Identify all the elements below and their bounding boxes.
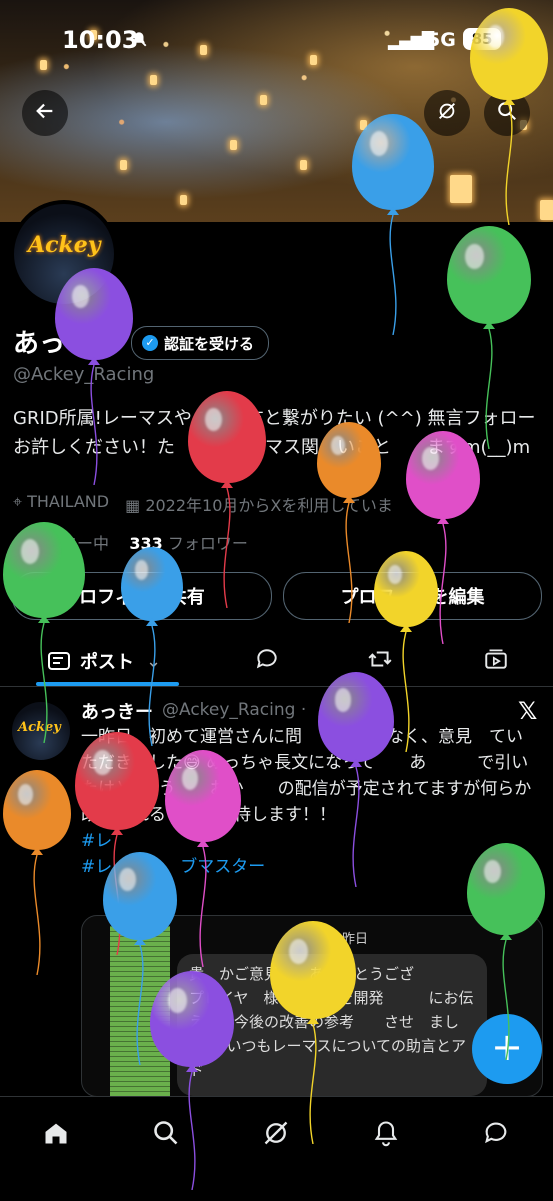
search-icon	[152, 1119, 180, 1151]
green-balloon	[467, 843, 545, 935]
balloon-knot	[387, 207, 399, 215]
tab-media[interactable]	[482, 636, 510, 686]
blue-balloon	[352, 114, 434, 210]
green-balloon	[447, 226, 531, 324]
media-icon	[482, 646, 510, 677]
blue-balloon	[121, 547, 183, 621]
balloon-knot	[500, 932, 512, 940]
profile-tabs: ポスト ⌄	[0, 636, 553, 687]
balloon-knot	[503, 97, 515, 105]
compose-button[interactable]: +	[472, 1014, 542, 1084]
slash-circle-icon	[436, 100, 458, 126]
balloon-string	[389, 215, 397, 335]
calendar-icon: ▦	[125, 496, 141, 515]
balloon-knot	[307, 1016, 319, 1024]
bell-icon	[372, 1119, 400, 1151]
profile-handle: @Ackey_Racing	[13, 364, 155, 385]
message-bubble-icon	[482, 1119, 510, 1151]
post-author-name[interactable]: あっきー	[81, 698, 153, 724]
repost-icon	[366, 646, 394, 677]
balloon-knot	[197, 839, 209, 847]
yellow-balloon	[470, 8, 548, 100]
purple-balloon	[318, 672, 394, 762]
bottom-nav	[0, 1096, 553, 1201]
back-button[interactable]	[22, 90, 68, 136]
balloon-knot	[31, 847, 43, 855]
nav-home[interactable]	[36, 1115, 76, 1155]
arrow-left-icon	[34, 100, 56, 126]
plus-icon: +	[491, 1025, 523, 1069]
balloon-knot	[146, 618, 158, 626]
post-author-handle[interactable]: @Ackey_Racing ·	[162, 700, 306, 720]
red-balloon	[75, 732, 159, 830]
chevron-down-icon[interactable]: ⌄	[146, 651, 161, 672]
balloon-knot	[38, 615, 50, 623]
mute-bell-icon	[130, 30, 148, 53]
blue-balloon	[103, 852, 177, 940]
balloon-knot	[88, 357, 100, 365]
yellow-balloon	[374, 551, 438, 627]
red-balloon	[188, 391, 266, 483]
pink-balloon	[165, 750, 241, 842]
balloon-knot	[186, 1064, 198, 1072]
x-logo-icon: 𝕏	[518, 697, 538, 725]
verified-badge-icon: ✓	[142, 335, 158, 351]
pink-balloon	[406, 431, 480, 519]
posts-tab-icon	[48, 652, 70, 670]
tab-replies[interactable]	[254, 636, 280, 686]
purple-balloon	[150, 971, 234, 1067]
balloon-knot	[400, 624, 412, 632]
location-pin-icon: ⌖	[13, 492, 23, 511]
balloon-knot	[221, 480, 233, 488]
get-verified-label: 認証を受ける	[164, 334, 255, 353]
nav-messages[interactable]	[476, 1115, 516, 1155]
get-verified-button[interactable]: ✓ 認証を受ける	[131, 326, 270, 360]
nav-search[interactable]	[146, 1115, 186, 1155]
orange-balloon	[3, 770, 71, 850]
balloon-knot	[483, 321, 495, 329]
balloon-knot	[134, 937, 146, 945]
location-text: THAILAND	[27, 492, 110, 511]
status-time: 10:03	[62, 26, 139, 54]
slash-circle-icon	[262, 1119, 290, 1151]
tab-posts[interactable]: ポスト ⌄	[48, 636, 161, 686]
avatar-logo-text: Ackey	[28, 232, 101, 258]
reply-bubble-icon	[254, 646, 280, 677]
balloon-string	[33, 855, 41, 975]
green-balloon	[3, 522, 85, 618]
network-type: 5G	[427, 29, 456, 51]
active-tab-indicator	[36, 682, 179, 686]
hashtag-link-1[interactable]: #レ	[81, 828, 543, 854]
tab-posts-label: ポスト	[80, 652, 134, 673]
joined-text: 2022年10月からXを利用していま	[145, 496, 393, 515]
nav-grok[interactable]	[256, 1115, 296, 1155]
followers-label[interactable]: フォロワー	[168, 534, 248, 553]
balloon-knot	[343, 495, 355, 503]
home-icon	[42, 1119, 70, 1151]
orange-balloon	[317, 422, 381, 498]
post-avatar[interactable]: Ackey	[12, 702, 70, 760]
post-avatar-logo: Ackey	[18, 720, 61, 735]
nav-notifications[interactable]	[366, 1115, 406, 1155]
yellow-balloon	[270, 921, 356, 1019]
balloon-knot	[350, 759, 362, 767]
balloon-knot	[437, 516, 449, 524]
balloon-knot	[111, 827, 123, 835]
grok-button[interactable]	[424, 90, 470, 136]
location-item: ⌖ THAILAND	[13, 492, 109, 516]
purple-balloon	[55, 268, 133, 360]
